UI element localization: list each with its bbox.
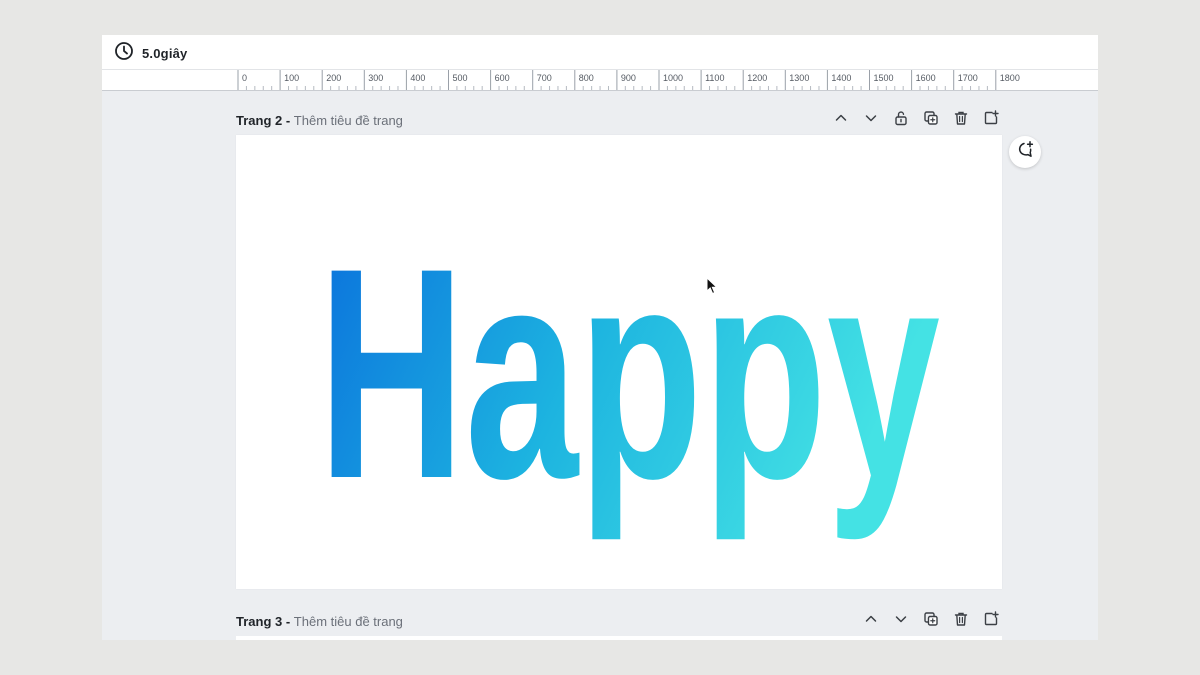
move-page-up-button[interactable]	[860, 610, 882, 632]
ruler-tick-label: 300	[368, 73, 383, 83]
ruler-tick-label: 1000	[663, 73, 683, 83]
mouse-cursor-icon	[706, 276, 718, 300]
ruler-ticks: 0 100 200 300 400 500 600 700 800 900 1000 1100 1200…	[237, 70, 1020, 90]
delete-page-button[interactable]	[950, 610, 972, 632]
page-actions-2	[830, 109, 1002, 131]
trash-icon	[953, 611, 969, 632]
ruler-tick-label: 1700	[958, 73, 978, 83]
add-page-button[interactable]	[980, 109, 1002, 131]
ruler-tick-label: 1500	[874, 73, 894, 83]
ruler-tick-label: 1400	[831, 73, 851, 83]
unlock-icon	[893, 110, 909, 131]
ruler-tick-label: 800	[579, 73, 594, 83]
chevron-down-icon	[864, 111, 878, 130]
page-canvas-3[interactable]	[236, 636, 1002, 640]
page-canvas-2[interactable]: Happy	[236, 135, 1002, 589]
ruler-tick-label: 200	[326, 73, 341, 83]
add-comment-icon	[1015, 140, 1035, 165]
ruler-tick-label: 600	[495, 73, 510, 83]
add-page-icon	[983, 109, 999, 131]
lock-page-button[interactable]	[890, 109, 912, 131]
page-header-3: Trang 3 - Thêm tiêu đề trang	[236, 610, 1002, 632]
move-page-up-button[interactable]	[830, 109, 852, 131]
duplicate-icon	[923, 110, 939, 131]
add-page-button[interactable]	[980, 610, 1002, 632]
duration-label: 5.0giây	[142, 46, 188, 61]
duplicate-page-button[interactable]	[920, 610, 942, 632]
ruler-tick-label: 1200	[747, 73, 767, 83]
clock-icon	[114, 41, 134, 66]
duration-control[interactable]: 5.0giây	[114, 41, 188, 66]
ruler-tick-label: 400	[410, 73, 425, 83]
move-page-down-button[interactable]	[890, 610, 912, 632]
page-subtitle-3: Thêm tiêu đề trang	[293, 613, 403, 629]
page-title-2[interactable]: Trang 2 - Thêm tiêu đề trang	[236, 113, 403, 128]
ruler-tick-label: 1800	[1000, 73, 1020, 83]
ruler-tick-label: 0	[242, 73, 247, 83]
page-subtitle-2: Thêm tiêu đề trang	[293, 112, 403, 128]
duplicate-icon	[923, 611, 939, 632]
timeline-topbar: 5.0giây	[102, 35, 1098, 70]
page-number-3: Trang 3 -	[236, 613, 294, 629]
ruler-tick-label: 100	[284, 73, 299, 83]
ruler-tick-label: 900	[621, 73, 636, 83]
horizontal-ruler: 0 100 200 300 400 500 600 700 800 900 1000 1100 1200…	[102, 70, 1098, 91]
add-comment-button[interactable]	[1009, 136, 1041, 168]
delete-page-button[interactable]	[950, 109, 972, 131]
move-page-down-button[interactable]	[860, 109, 882, 131]
page-number-2: Trang 2 -	[236, 112, 294, 128]
trash-icon	[953, 110, 969, 131]
chevron-down-icon	[894, 612, 908, 631]
happy-text-element[interactable]: Happy	[236, 135, 1002, 589]
ruler-tick-label: 500	[453, 73, 468, 83]
ruler-tick-label: 1100	[705, 73, 724, 83]
ruler-tick-label: 700	[537, 73, 552, 83]
add-page-icon	[983, 610, 999, 632]
page-header-2: Trang 2 - Thêm tiêu đề trang	[236, 109, 1002, 131]
page-actions-3	[860, 610, 1002, 632]
happy-text: Happy	[318, 205, 941, 543]
ruler-tick-label: 1300	[789, 73, 809, 83]
page-title-3[interactable]: Trang 3 - Thêm tiêu đề trang	[236, 614, 403, 629]
duplicate-page-button[interactable]	[920, 109, 942, 131]
chevron-up-icon	[864, 612, 878, 631]
editor-window: 5.0giây 0 100 200 300 400 500 600 700 800 900 1000…	[102, 35, 1098, 640]
chevron-up-icon	[834, 111, 848, 130]
ruler-tick-label: 1600	[916, 73, 936, 83]
